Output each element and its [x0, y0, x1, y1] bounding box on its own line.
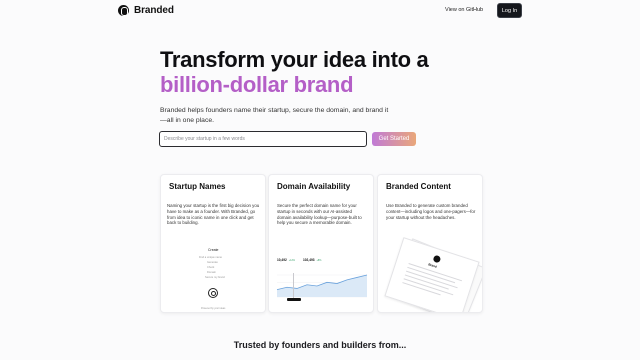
illustration-item: Find a unique name [199, 256, 222, 259]
card-description: Naming your startup is the first big dec… [167, 203, 260, 226]
feature-card-startup-names: Startup Names Naming your startup is the… [160, 174, 266, 313]
domain-chart: 10,492 +12% 102,493 +8% [275, 255, 369, 312]
startup-description-input[interactable] [159, 131, 367, 147]
line-chart [276, 274, 368, 298]
brand-mark-icon [432, 254, 442, 264]
illustration-title: Create [208, 248, 219, 252]
chart-scrubber-handle[interactable] [287, 298, 301, 301]
logo-ring-icon [208, 288, 218, 298]
chart-cursor-line [293, 273, 294, 298]
landing-page: Branded View on GitHub Log In Transform … [0, 0, 640, 360]
illustration-item: Domain [207, 271, 216, 274]
stat-value: 102,493 +8% [303, 258, 322, 262]
feature-card-branded-content: Branded Content Use Branded to generate … [377, 174, 483, 313]
brand-logo[interactable]: Branded [118, 5, 174, 16]
github-link[interactable]: View on GitHub [445, 7, 483, 13]
card-title: Domain Availability [277, 182, 351, 191]
illustration-item: Check [207, 266, 215, 269]
document-preview: Brand [384, 237, 480, 312]
illustration-item: Secure my brand [205, 276, 225, 279]
hero-title-line2: billion-dollar brand [160, 72, 354, 97]
card-description: Use Branded to generate custom branded c… [386, 203, 476, 220]
card-description: Secure the perfect domain name for your … [277, 203, 362, 226]
top-nav: Branded View on GitHub Log In [0, 0, 640, 24]
feature-card-domain-availability: Domain Availability Secure the perfect d… [268, 174, 374, 313]
trusted-by-heading: Trusted by founders and builders from... [233, 340, 407, 350]
illustration-item: Generate [207, 261, 218, 264]
hero-subtitle: Branded helps founders name their startu… [160, 107, 389, 124]
stat-value: 10,492 +12% [277, 258, 295, 262]
document-title: Brand [427, 262, 438, 269]
get-started-button[interactable]: Get Started [372, 132, 416, 146]
brand-name: Branded [134, 5, 174, 16]
brand-logo-icon [118, 5, 129, 16]
hero-title-line1: Transform your idea into a [160, 47, 429, 72]
card-title: Startup Names [169, 182, 226, 191]
illustration-footer: Powered by your ideas [201, 307, 226, 310]
card-title: Branded Content [386, 182, 451, 191]
login-button[interactable]: Log In [497, 3, 522, 18]
